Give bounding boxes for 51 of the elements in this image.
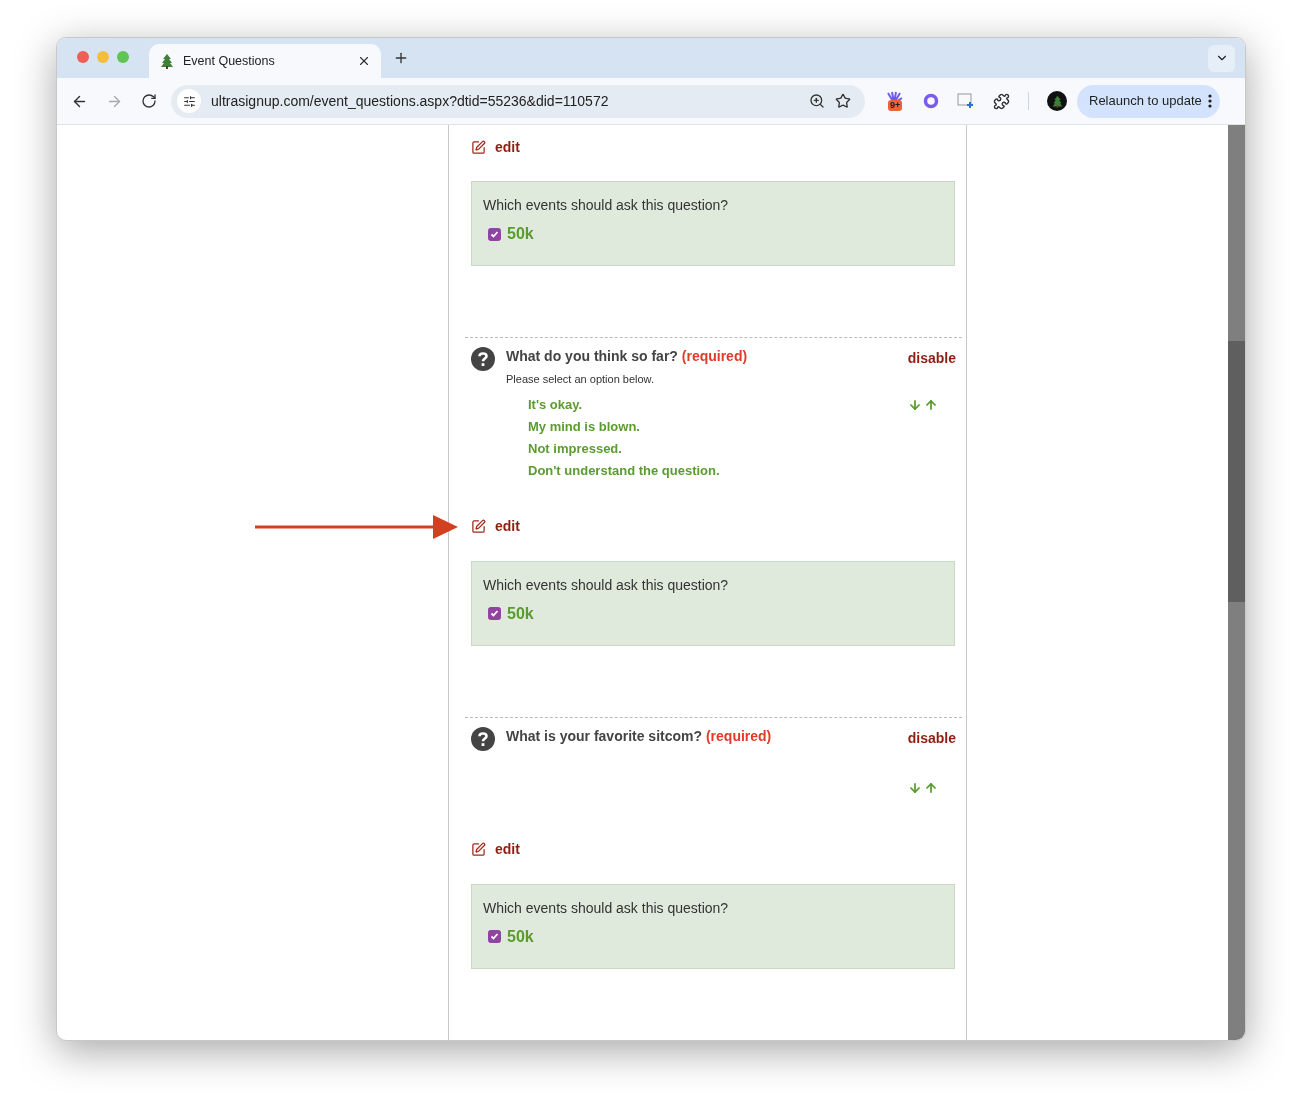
move-down-icon[interactable] — [908, 780, 922, 795]
extensions-icon[interactable] — [993, 92, 1010, 110]
move-down-icon[interactable] — [908, 397, 922, 412]
events-prompt: Which events should ask this question? — [483, 898, 730, 918]
relaunch-button[interactable]: Relaunch to update — [1077, 84, 1220, 118]
profile-avatar[interactable] — [1047, 91, 1067, 111]
bookmark-star-icon[interactable] — [835, 93, 851, 109]
event-label: 50k — [507, 603, 534, 624]
event-checkbox[interactable] — [488, 930, 501, 943]
scrollbar-thumb[interactable] — [1228, 341, 1245, 602]
help-icon — [471, 347, 495, 371]
new-tab-icon[interactable] — [393, 50, 409, 66]
question-title: What is your favorite sitcom? (required) — [506, 727, 773, 745]
edit-link[interactable]: edit — [495, 839, 520, 860]
answer-option: Don't understand the question. — [528, 459, 908, 482]
move-up-icon[interactable] — [924, 397, 938, 412]
events-prompt: Which events should ask this question? — [483, 575, 730, 595]
close-tab-icon[interactable] — [357, 54, 371, 68]
screen-capture-icon[interactable] — [957, 93, 975, 109]
address-bar[interactable]: ultrasignup.com/event_questions.aspx?dtid=55236&did=110572 — [171, 84, 865, 118]
edit-icon — [471, 139, 486, 155]
question-title: What do you think so far? (required) — [506, 348, 749, 365]
edit-icon — [471, 519, 486, 534]
close-window-button[interactable] — [77, 51, 89, 63]
ring-extension-icon[interactable] — [923, 93, 939, 109]
question-hint: Please select an option below. — [506, 372, 655, 387]
edit-link[interactable]: edit — [495, 136, 520, 158]
edit-link[interactable]: edit — [495, 516, 520, 537]
move-up-icon[interactable] — [924, 780, 938, 795]
disable-link[interactable]: disable — [907, 348, 956, 369]
tree-icon — [159, 53, 175, 69]
help-icon — [471, 726, 495, 751]
answer-option: Not impressed. — [528, 437, 908, 460]
browser-tab[interactable]: Event Questions — [149, 44, 381, 78]
events-prompt: Which events should ask this question? — [483, 196, 730, 215]
event-checkbox[interactable] — [488, 607, 501, 620]
event-label: 50k — [507, 224, 534, 244]
zoom-icon[interactable] — [809, 93, 825, 109]
edit-icon — [471, 842, 486, 857]
more-menu-icon — [1207, 94, 1212, 108]
url-text: ultrasignup.com/event_questions.aspx?dtid=55236&did=110572 — [211, 91, 610, 111]
answer-option: My mind is blown. — [528, 415, 908, 438]
answer-option: It's okay. — [528, 393, 908, 416]
site-settings-icon[interactable] — [182, 94, 196, 108]
event-checkbox[interactable] — [488, 227, 501, 241]
disable-link[interactable]: disable — [907, 727, 956, 749]
event-label: 50k — [507, 926, 534, 947]
reload-icon[interactable] — [141, 93, 157, 109]
notification-badge: 9+ — [888, 100, 903, 111]
tree-icon — [1050, 94, 1064, 108]
tab-title: Event Questions — [183, 52, 276, 70]
